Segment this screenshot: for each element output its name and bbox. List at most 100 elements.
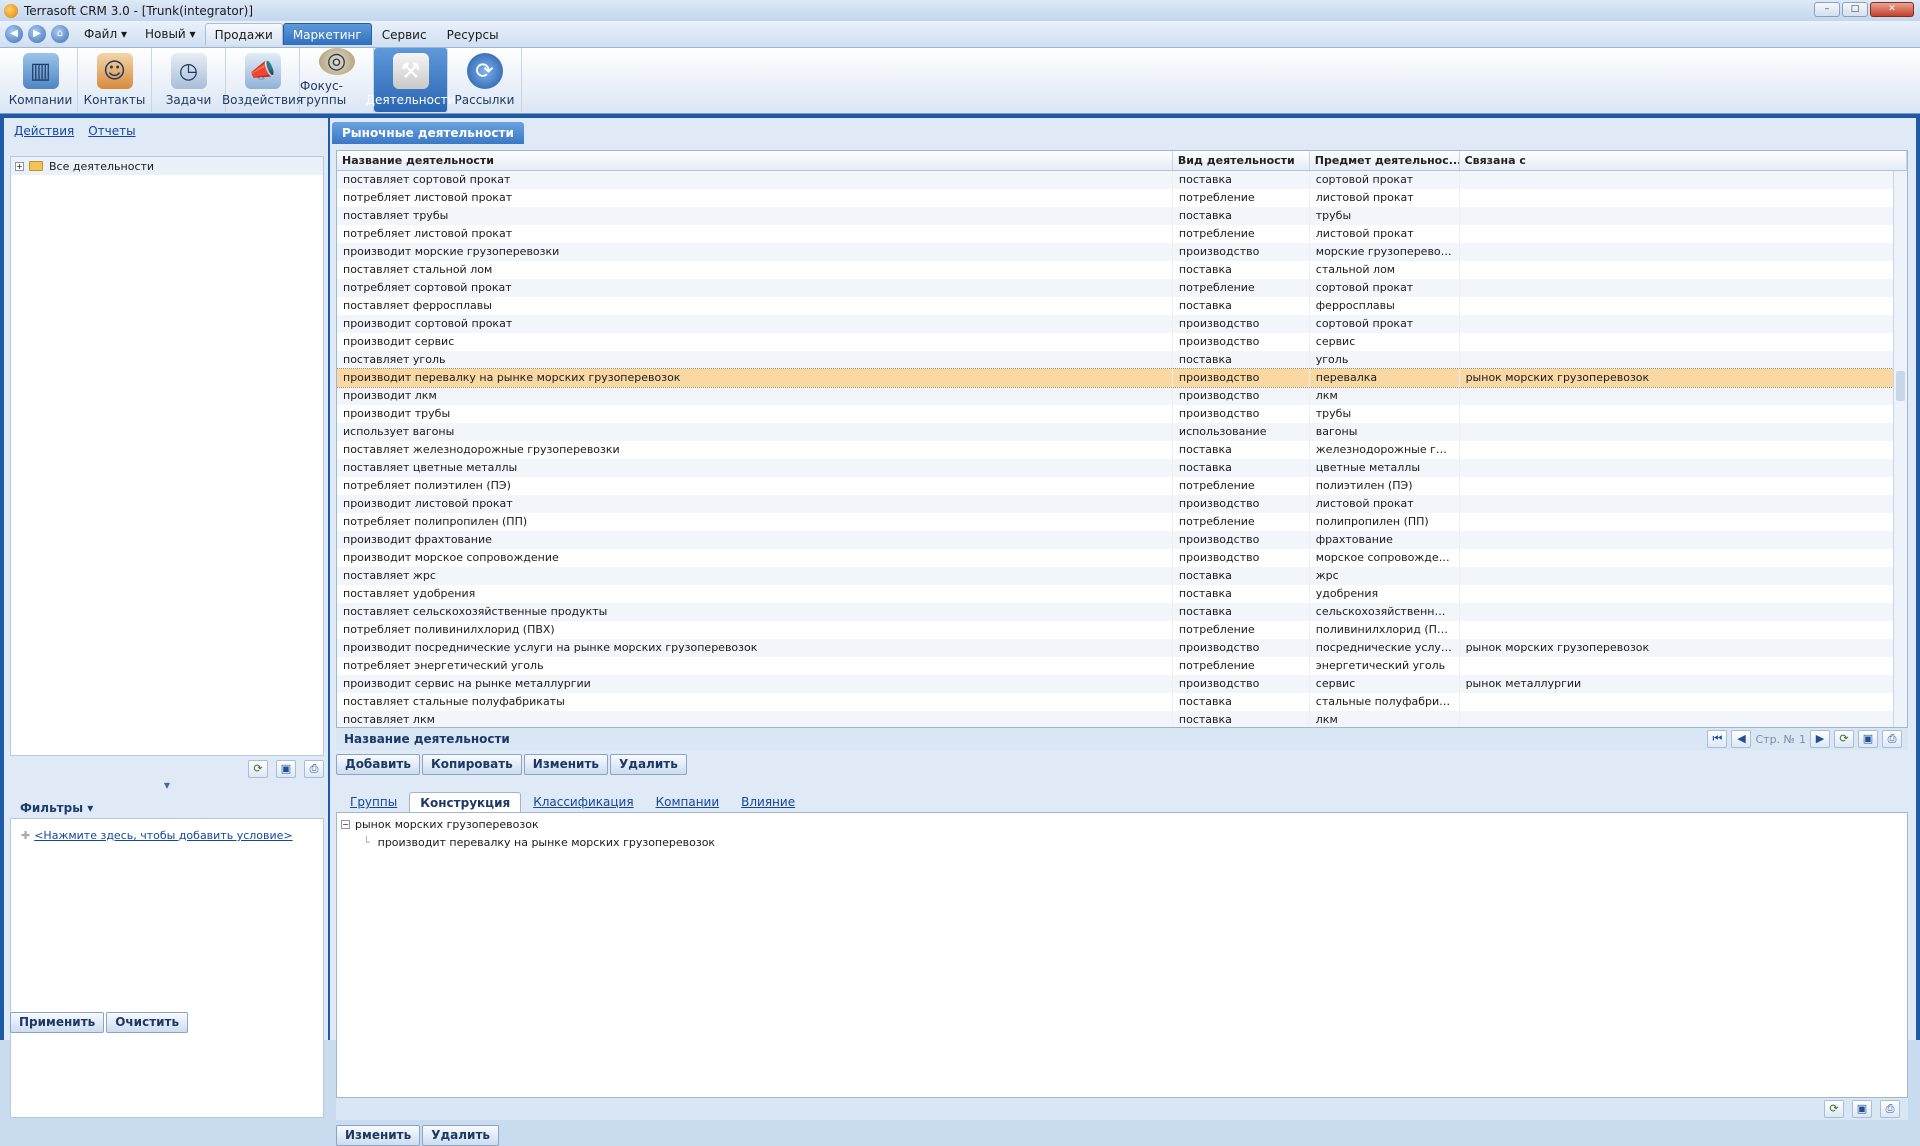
- next-page-icon[interactable]: ▶: [1810, 730, 1830, 748]
- back-icon[interactable]: ◀: [5, 25, 23, 43]
- tab-influence[interactable]: Влияние: [731, 792, 805, 812]
- filters-header[interactable]: Фильтры ▾: [10, 798, 324, 818]
- table-row[interactable]: потребляет поливинилхлорид (ПВХ) потребле…: [337, 621, 1907, 639]
- table-row[interactable]: производит перевалку на рынке морских гр…: [337, 368, 1907, 388]
- table-row[interactable]: поставляет железнодорожные грузоперевозк…: [337, 441, 1907, 459]
- table-row[interactable]: поставляет жрс поставка жрс: [337, 567, 1907, 585]
- menu-tab-marketing[interactable]: Маркетинг: [282, 23, 372, 45]
- print-icon[interactable]: ⎙: [1880, 1100, 1900, 1118]
- table-row[interactable]: поставляет стальной лом поставка стальной …: [337, 261, 1907, 279]
- tree-root-item[interactable]: + Все деятельности: [11, 157, 323, 175]
- menu-file[interactable]: Файл ▾: [75, 23, 136, 45]
- table-row[interactable]: поставляет стальные полуфабрикаты поставк…: [337, 693, 1907, 711]
- grid-body: поставляет сортовой прокат поставка сортов…: [337, 171, 1907, 727]
- table-row[interactable]: производит лкм производство лкм: [337, 387, 1907, 405]
- menu-tab-service[interactable]: Сервис: [372, 23, 437, 45]
- table-row[interactable]: производит фрахтование производство фрахто…: [337, 531, 1907, 549]
- cell-related: [1460, 441, 1907, 459]
- refresh-icon[interactable]: ⟳: [248, 760, 268, 778]
- cell-subject: листовой прокат: [1310, 225, 1460, 243]
- first-page-icon[interactable]: ⏮: [1707, 730, 1728, 748]
- detail-delete-button[interactable]: Удалить: [422, 1125, 499, 1146]
- print-icon[interactable]: ⎙: [304, 760, 324, 778]
- table-row[interactable]: производит морские грузоперевозки произво…: [337, 243, 1907, 261]
- clear-button[interactable]: Очистить: [106, 1012, 189, 1033]
- table-row[interactable]: производит сервис на рынке металлургии пр…: [337, 675, 1907, 693]
- tree-parent-item[interactable]: − рынок морских грузоперевозок: [337, 813, 1907, 831]
- copy-button[interactable]: Копировать: [421, 754, 522, 775]
- ribbon-focus-groups-button[interactable]: ◎ Фокус-группы: [300, 48, 374, 112]
- ribbon-impacts-button[interactable]: 📣 Воздействия: [222, 48, 303, 112]
- refresh-icon[interactable]: ⟳: [1834, 730, 1854, 748]
- expand-icon[interactable]: +: [15, 161, 24, 171]
- column-header-type[interactable]: Вид деятельности: [1173, 151, 1310, 170]
- close-button[interactable]: ✕: [1870, 2, 1914, 17]
- grid-scrollbar[interactable]: [1893, 171, 1907, 727]
- ribbon-tasks-button[interactable]: ◷ Задачи: [152, 48, 226, 112]
- column-header-subject[interactable]: Предмет деятельнос...: [1310, 151, 1460, 170]
- table-row[interactable]: производит морское сопровождение производ…: [337, 549, 1907, 567]
- table-row[interactable]: потребляет энергетический уголь потреблен…: [337, 657, 1907, 675]
- cell-related: [1460, 243, 1907, 261]
- ribbon-contacts-button[interactable]: ☺ Контакты: [78, 48, 152, 112]
- table-row[interactable]: потребляет сортовой прокат потребление сор…: [337, 279, 1907, 297]
- ribbon-companies-button[interactable]: ▥ Компании: [4, 48, 78, 112]
- table-row[interactable]: поставляет трубы поставка трубы: [337, 207, 1907, 225]
- splitter-handle[interactable]: ▼: [10, 782, 324, 790]
- save-icon[interactable]: ▣: [276, 760, 296, 778]
- table-row[interactable]: потребляет листовой прокат потребление лис…: [337, 189, 1907, 207]
- menu-tab-resources[interactable]: Ресурсы: [437, 23, 509, 45]
- cell-subject: энергетический уголь: [1310, 657, 1460, 675]
- forward-icon[interactable]: ▶: [28, 25, 46, 43]
- table-row[interactable]: использует вагоны использование вагоны: [337, 423, 1907, 441]
- tab-market-activities[interactable]: Рыночные деятельности: [332, 122, 524, 144]
- menu-tab-sales[interactable]: Продажи: [204, 23, 283, 45]
- ribbon-mailing-button[interactable]: ⟳ Рассылки: [448, 48, 522, 112]
- edit-button[interactable]: Изменить: [523, 754, 608, 775]
- table-row[interactable]: потребляет полипропилен (ПП) потребление п…: [337, 513, 1907, 531]
- minimize-button[interactable]: –: [1814, 2, 1840, 17]
- tree-child-item[interactable]: └ производит перевалку на рынке морских …: [337, 831, 1907, 849]
- print-icon[interactable]: ⎙: [1882, 730, 1902, 748]
- cell-subject: удобрения: [1310, 585, 1460, 603]
- add-condition-link[interactable]: <Нажмите здесь, чтобы добавить условие>: [34, 829, 292, 842]
- scrollbar-thumb[interactable]: [1896, 371, 1905, 401]
- detail-edit-button[interactable]: Изменить: [336, 1125, 421, 1146]
- tab-construction[interactable]: Конструкция: [409, 792, 522, 812]
- actions-link[interactable]: Действия: [14, 124, 74, 138]
- tools-icon: ⚒: [392, 53, 429, 89]
- column-header-related[interactable]: Связана с: [1460, 151, 1907, 170]
- table-row[interactable]: поставляет сельскохозяйственные продукты…: [337, 603, 1907, 621]
- table-row[interactable]: поставляет уголь поставка уголь: [337, 351, 1907, 369]
- table-row[interactable]: производит сортовой прокат производство со…: [337, 315, 1907, 333]
- table-row[interactable]: поставляет сортовой прокат поставка сортов…: [337, 171, 1907, 189]
- table-row[interactable]: поставляет цветные металлы поставка цветны…: [337, 459, 1907, 477]
- apply-button[interactable]: Применить: [10, 1012, 105, 1033]
- table-row[interactable]: поставляет ферросплавы поставка ферросплав…: [337, 297, 1907, 315]
- column-header-name[interactable]: Название деятельности: [337, 151, 1173, 170]
- table-row[interactable]: производит трубы производство трубы: [337, 405, 1907, 423]
- table-row[interactable]: потребляет листовой прокат потребление лис…: [337, 225, 1907, 243]
- table-row[interactable]: производит листовой прокат производство ли…: [337, 495, 1907, 513]
- refresh-icon[interactable]: ⟳: [1824, 1100, 1844, 1118]
- reports-link[interactable]: Отчеты: [88, 124, 135, 138]
- home-icon[interactable]: ⌂: [51, 25, 69, 43]
- prev-page-icon[interactable]: ◀: [1731, 730, 1752, 748]
- ribbon-activities-button[interactable]: ⚒ Деятельности: [366, 48, 455, 112]
- table-row[interactable]: поставляет лкм поставка лкм: [337, 711, 1907, 727]
- save-icon[interactable]: ▣: [1852, 1100, 1872, 1118]
- tab-companies[interactable]: Компании: [646, 792, 730, 812]
- tab-groups[interactable]: Группы: [340, 792, 407, 812]
- add-button[interactable]: Добавить: [336, 754, 420, 775]
- save-icon[interactable]: ▣: [1858, 730, 1878, 748]
- menu-new[interactable]: Новый ▾: [136, 23, 205, 45]
- delete-button[interactable]: Удалить: [610, 754, 687, 775]
- collapse-icon[interactable]: −: [341, 819, 350, 829]
- table-row[interactable]: поставляет удобрения поставка удобрения: [337, 585, 1907, 603]
- table-row[interactable]: производит посреднические услуги на рынк…: [337, 639, 1907, 657]
- table-row[interactable]: потребляет полиэтилен (ПЭ) потребление пол…: [337, 477, 1907, 495]
- maximize-button[interactable]: □: [1842, 2, 1868, 17]
- table-row[interactable]: производит сервис производство сервис: [337, 333, 1907, 351]
- cell-subject: сортовой прокат: [1310, 171, 1460, 189]
- tab-classification[interactable]: Классификация: [523, 792, 643, 812]
